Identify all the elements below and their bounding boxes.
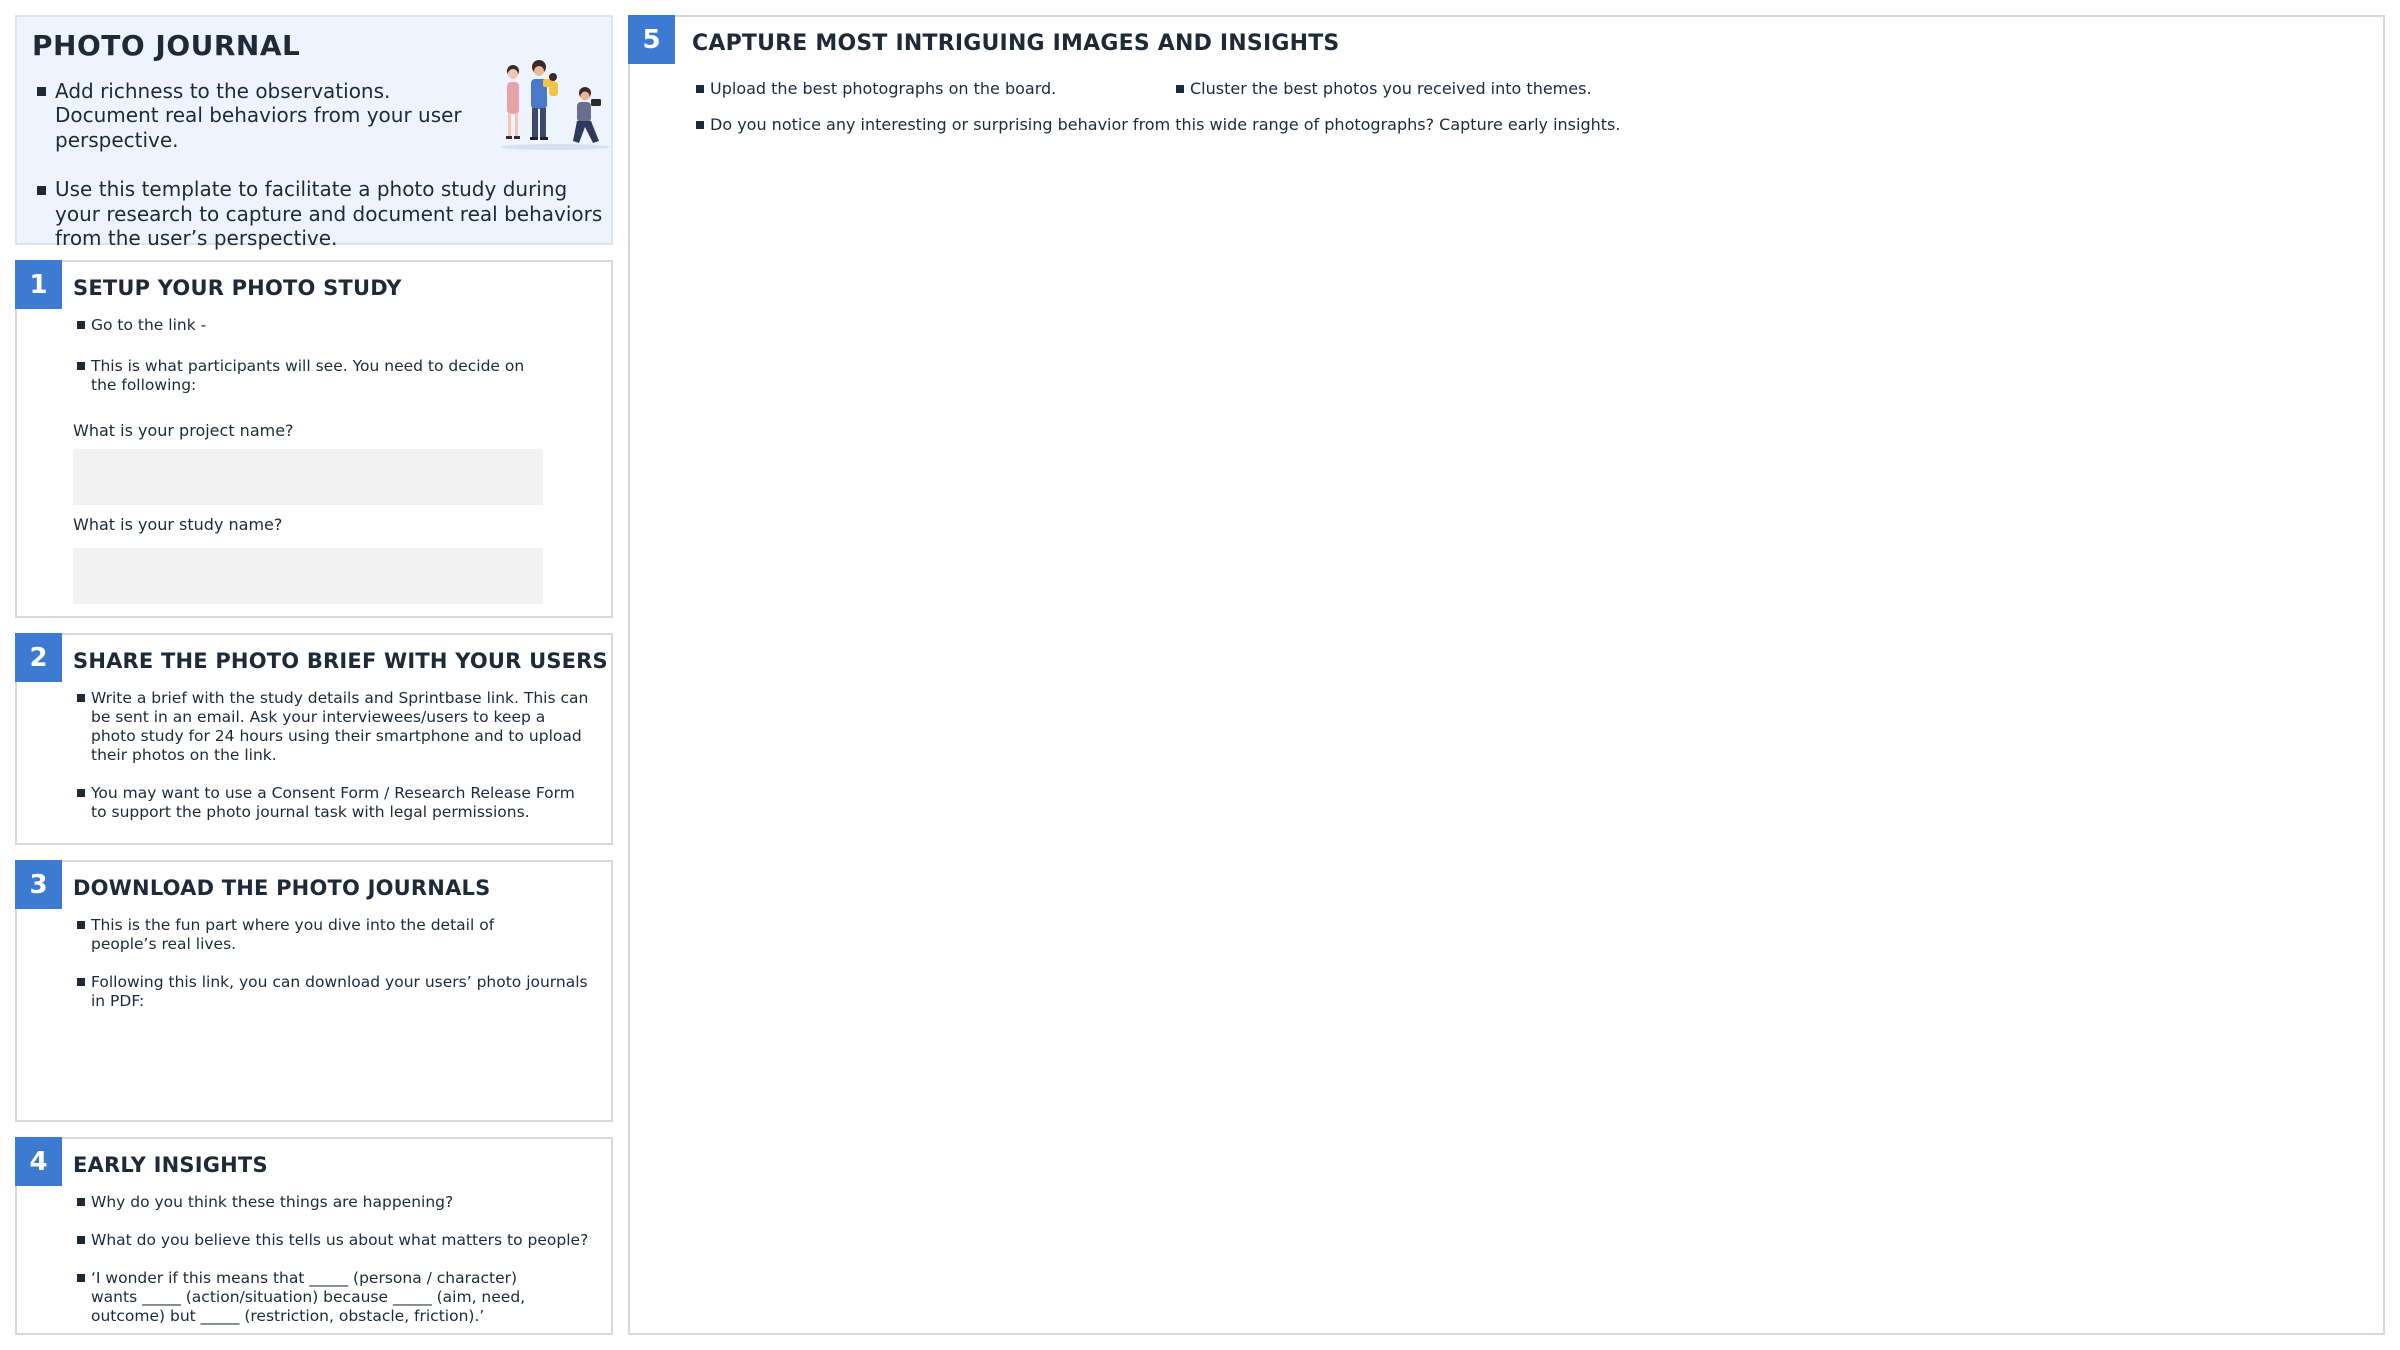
section-number-badge: 2 [15,633,62,682]
section-number-badge: 3 [15,860,62,909]
list-item: This is the fun part where you dive into… [77,916,551,954]
section-number-badge: 5 [628,15,675,64]
bullet-square-icon [77,978,85,987]
bullet-row: Upload the best photographs on the board… [696,79,1896,115]
bullet-square-icon [77,1236,85,1245]
section-title: EARLY INSIGHTS [73,1153,268,1177]
section-download-photo-journals: 3 DOWNLOAD THE PHOTO JOURNALS This is th… [15,860,613,1122]
list-item: Do you notice any interesting or surpris… [696,115,1896,135]
list-item: ‘I wonder if this means that _____ (pers… [77,1269,561,1326]
intro-bullets: Add richness to the observations. Docume… [35,79,602,275]
bullet-square-icon [37,87,46,97]
bullet-square-icon [77,321,85,330]
list-item: Why do you think these things are happen… [77,1193,593,1212]
page-title: PHOTO JOURNAL [32,29,301,62]
section-bullets: Go to the link - This is what participan… [77,316,593,414]
project-name-label: What is your project name? [73,421,294,440]
bullet-square-icon [696,84,704,93]
list-item: Following this link, you can download yo… [77,973,591,1011]
section-capture-images-insights: 5 CAPTURE MOST INTRIGUING IMAGES AND INS… [628,15,2385,1335]
bullet-square-icon [1176,84,1184,93]
section-bullets: Upload the best photographs on the board… [696,79,1896,135]
section-number-badge: 4 [15,1137,62,1186]
bullet-square-icon [77,789,85,798]
bullet-square-icon [77,362,85,371]
list-item: This is what participants will see. You … [77,357,551,395]
list-item: Upload the best photographs on the board… [696,79,1056,99]
section-title: DOWNLOAD THE PHOTO JOURNALS [73,876,491,900]
list-item: You may want to use a Consent Form / Res… [77,784,593,822]
bullet-square-icon [77,1198,85,1207]
section-title: CAPTURE MOST INTRIGUING IMAGES AND INSIG… [692,31,1340,56]
section-bullets: Write a brief with the study details and… [77,689,593,840]
bullet-square-icon [77,1274,85,1283]
list-item: Write a brief with the study details and… [77,689,593,765]
section-setup-photo-study: 1 SETUP YOUR PHOTO STUDY Go to the link … [15,260,613,618]
list-item: Cluster the best photos you received int… [1176,79,1592,99]
bullet-square-icon [696,120,704,129]
list-item: Go to the link - [77,316,593,335]
section-number-badge: 1 [15,260,62,309]
intro-panel: PHOTO JOURNAL Add richness to the observ… [15,15,613,250]
study-name-field[interactable] [73,548,543,604]
section-title: SHARE THE PHOTO BRIEF WITH YOUR USERS [73,649,608,673]
bullet-square-icon [77,694,85,703]
section-early-insights: 4 EARLY INSIGHTS Why do you think these … [15,1137,613,1335]
section-share-photo-brief: 2 SHARE THE PHOTO BRIEF WITH YOUR USERS … [15,633,613,845]
project-name-field[interactable] [73,449,543,505]
section-bullets: Why do you think these things are happen… [77,1193,593,1345]
section-title: SETUP YOUR PHOTO STUDY [73,276,402,300]
bullet-square-icon [37,185,46,195]
intro-bullet: Add richness to the observations. Docume… [35,79,485,152]
people-taking-photos-illustration-icon [500,60,610,150]
list-item: What do you believe this tells us about … [77,1231,593,1250]
intro-bullet: Use this template to facilitate a photo … [35,177,605,250]
section-bullets: This is the fun part where you dive into… [77,916,593,1030]
photo-board-area[interactable] [650,147,2363,1313]
bullet-square-icon [77,921,85,930]
study-name-label: What is your study name? [73,515,283,534]
